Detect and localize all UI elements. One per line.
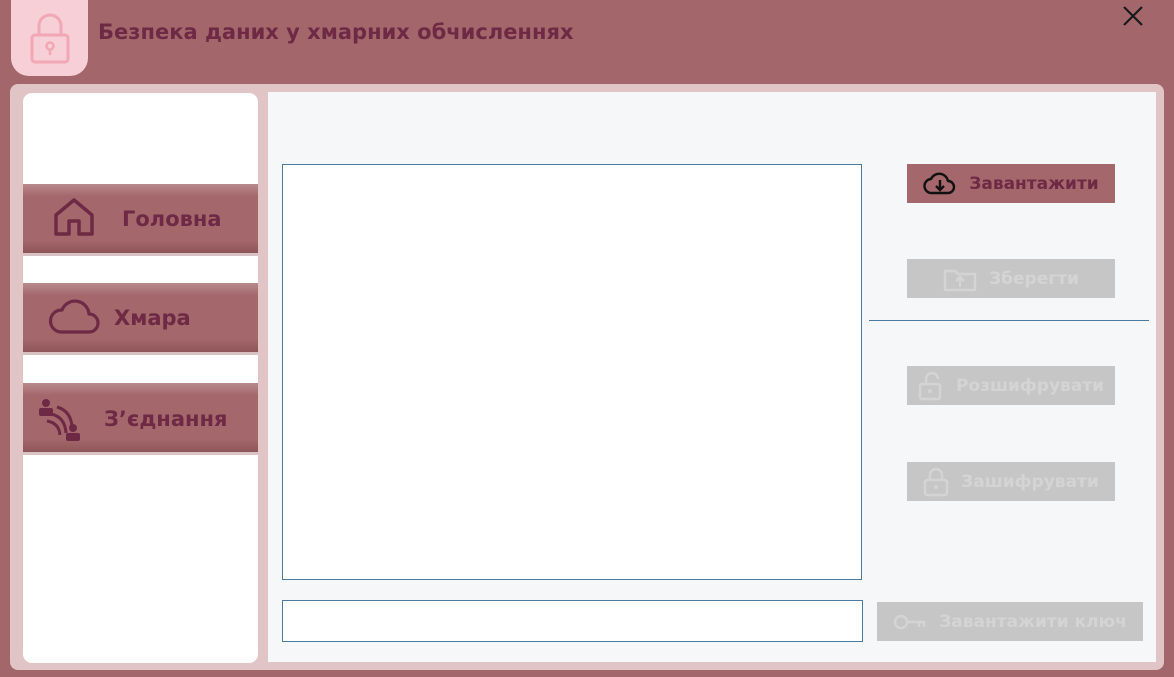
text-editor[interactable] <box>282 164 862 580</box>
title-bar: Безпека даних у хмарних обчисленнях <box>0 0 1174 84</box>
app-logo <box>11 0 88 76</box>
key-icon <box>893 612 927 632</box>
home-icon <box>52 194 96 238</box>
key-input[interactable] <box>282 600 863 642</box>
upload-button[interactable]: Завантажити <box>907 164 1115 203</box>
window-title: Безпека даних у хмарних обчисленнях <box>98 20 574 44</box>
decrypt-button[interactable]: Розшифрувати <box>907 366 1115 405</box>
decrypt-button-label: Розшифрувати <box>955 375 1105 396</box>
close-icon <box>1123 6 1143 26</box>
close-button[interactable] <box>1119 2 1147 30</box>
load-key-button[interactable]: Завантажити ключ <box>877 602 1143 641</box>
sidebar-item-label: Головна <box>122 207 222 231</box>
sidebar-item-home[interactable]: Головна <box>23 184 258 256</box>
encrypt-button[interactable]: Зашифрувати <box>907 462 1115 501</box>
sidebar-item-label: З’єднання <box>104 407 228 431</box>
unlock-icon <box>918 371 944 401</box>
sidebar: Головна Хмара З’єднання <box>23 93 258 663</box>
lock-icon <box>923 467 949 497</box>
folder-upload-icon <box>943 266 977 292</box>
lock-icon <box>30 13 69 64</box>
upload-button-label: Завантажити <box>969 173 1099 194</box>
sidebar-item-connection[interactable]: З’єднання <box>23 383 258 455</box>
sidebar-item-cloud[interactable]: Хмара <box>23 283 258 355</box>
sidebar-item-label: Хмара <box>114 306 191 330</box>
cloud-download-icon <box>923 171 957 197</box>
cloud-icon <box>47 294 101 338</box>
save-button[interactable]: Зберегти <box>907 259 1115 298</box>
load-key-button-label: Завантажити ключ <box>939 611 1127 632</box>
divider <box>869 320 1149 321</box>
encrypt-button-label: Зашифрувати <box>961 471 1099 492</box>
connection-icon <box>37 397 83 443</box>
save-button-label: Зберегти <box>989 268 1079 289</box>
